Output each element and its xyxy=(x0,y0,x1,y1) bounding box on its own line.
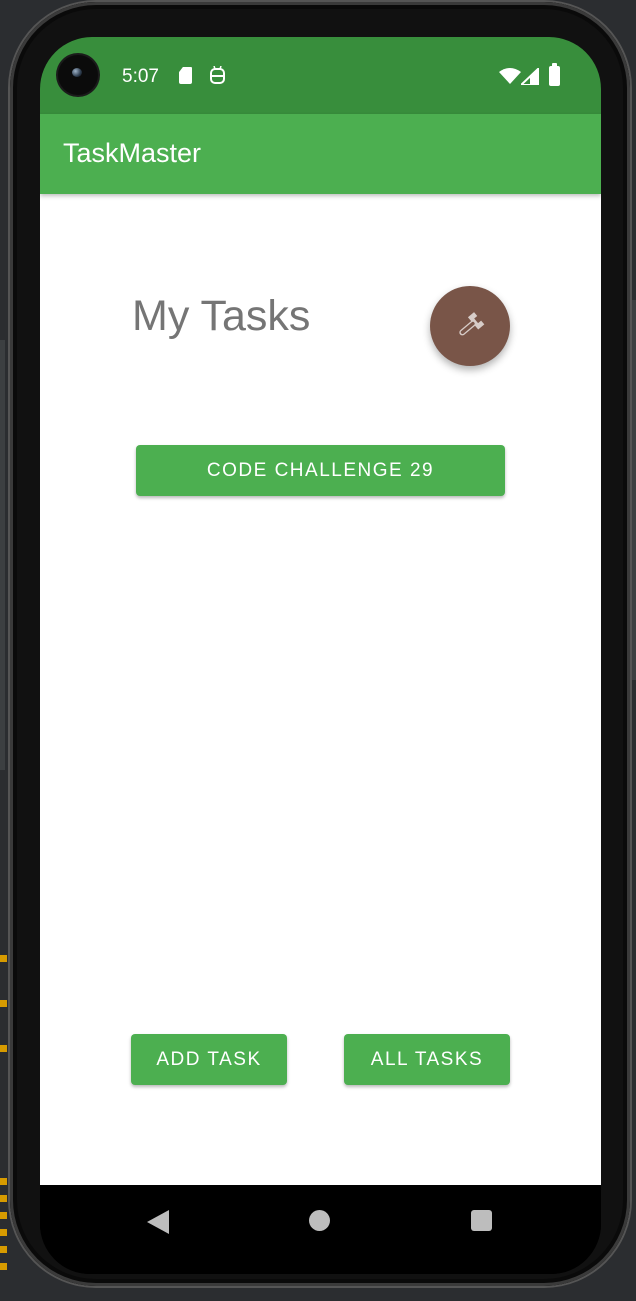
ide-marker xyxy=(0,1212,7,1219)
sd-card-icon xyxy=(179,67,192,84)
home-icon[interactable] xyxy=(309,1210,330,1231)
battery-icon xyxy=(549,63,560,86)
app-title: TaskMaster xyxy=(63,138,202,168)
wrench-icon xyxy=(459,312,485,336)
recents-icon[interactable] xyxy=(471,1210,492,1231)
status-time: 5:07 xyxy=(122,66,159,87)
ide-marker xyxy=(0,1000,7,1007)
status-bar: 5:07 xyxy=(40,37,601,114)
ide-marker xyxy=(0,1263,7,1270)
code-challenge-button[interactable]: CODE CHALLENGE 29 xyxy=(136,445,505,496)
all-tasks-button[interactable]: ALL TASKS xyxy=(344,1034,510,1085)
camera-icon xyxy=(58,55,98,95)
device-screen: 5:07 TaskMaster My Tasks CODE CHALLENGE … xyxy=(40,37,601,1274)
ide-marker xyxy=(0,1045,7,1052)
settings-fab[interactable] xyxy=(430,286,510,366)
device-frame: 5:07 TaskMaster My Tasks CODE CHALLENGE … xyxy=(10,2,630,1286)
add-task-button[interactable]: ADD TASK xyxy=(131,1034,287,1085)
ide-marker xyxy=(0,1195,7,1202)
back-icon[interactable] xyxy=(147,1210,169,1234)
main-content: My Tasks CODE CHALLENGE 29 ADD TASK ALL … xyxy=(40,194,601,1185)
robot-icon xyxy=(210,66,225,84)
page-title: My Tasks xyxy=(132,292,311,340)
wifi-icon xyxy=(499,68,521,84)
ide-marker xyxy=(0,1178,7,1185)
ide-marker xyxy=(0,1246,7,1253)
signal-icon xyxy=(521,68,539,85)
app-bar: TaskMaster xyxy=(40,114,601,194)
ide-gutter-left xyxy=(0,340,5,770)
ide-marker xyxy=(0,955,7,962)
ide-marker xyxy=(0,1229,7,1236)
ide-gutter-right xyxy=(632,300,636,680)
